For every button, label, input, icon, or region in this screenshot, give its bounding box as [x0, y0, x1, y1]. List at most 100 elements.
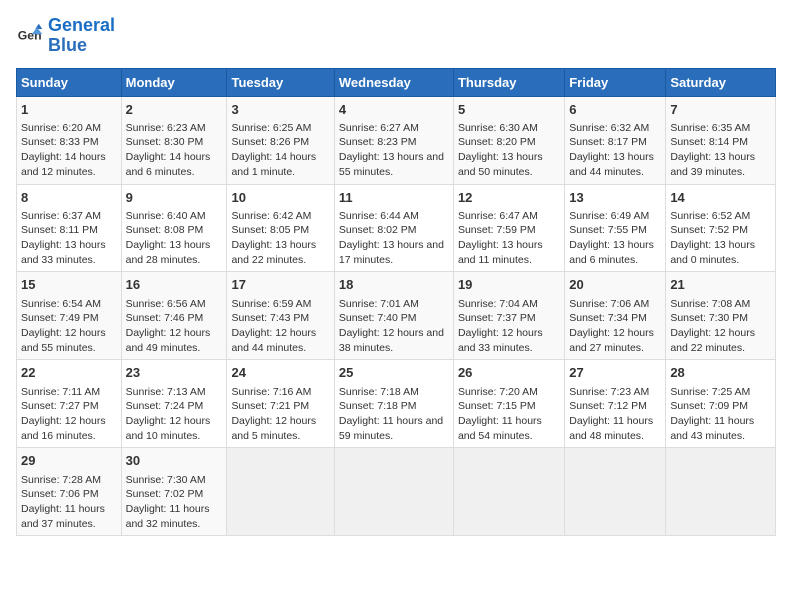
calendar-cell: 15 Sunrise: 6:54 AM Sunset: 7:49 PM Dayli…: [17, 272, 122, 360]
day-number: 17: [231, 276, 329, 294]
calendar-cell: 30 Sunrise: 7:30 AM Sunset: 7:02 PM Dayli…: [121, 448, 227, 536]
day-number: 10: [231, 189, 329, 207]
day-info: Sunrise: 6:59 AM Sunset: 7:43 PM Dayligh…: [231, 297, 329, 356]
day-info: Sunrise: 7:13 AM Sunset: 7:24 PM Dayligh…: [126, 385, 223, 444]
day-info: Sunrise: 7:06 AM Sunset: 7:34 PM Dayligh…: [569, 297, 661, 356]
calendar-cell: 4 Sunrise: 6:27 AM Sunset: 8:23 PM Daylig…: [334, 96, 453, 184]
day-info: Sunrise: 7:01 AM Sunset: 7:40 PM Dayligh…: [339, 297, 449, 356]
page-header: Gen General Blue: [16, 16, 776, 56]
calendar-cell: 18Sunrise: 7:01 AM Sunset: 7:40 PM Dayli…: [334, 272, 453, 360]
calendar-cell: 16 Sunrise: 6:56 AM Sunset: 7:46 PM Dayli…: [121, 272, 227, 360]
day-info: Sunrise: 6:42 AM Sunset: 8:05 PM Dayligh…: [231, 209, 329, 268]
calendar-cell: [453, 448, 564, 536]
calendar-week-row: 15 Sunrise: 6:54 AM Sunset: 7:49 PM Dayli…: [17, 272, 776, 360]
calendar-cell: 8 Sunrise: 6:37 AM Sunset: 8:11 PM Daylig…: [17, 184, 122, 272]
day-info: Sunrise: 6:37 AM Sunset: 8:11 PM Dayligh…: [21, 209, 117, 268]
day-number: 29: [21, 452, 117, 470]
weekday-header: Tuesday: [227, 68, 334, 96]
weekday-header: Sunday: [17, 68, 122, 96]
weekday-header: Saturday: [666, 68, 776, 96]
calendar-cell: 5 Sunrise: 6:30 AM Sunset: 8:20 PM Daylig…: [453, 96, 564, 184]
day-number: 1: [21, 101, 117, 119]
calendar-cell: 11 Sunrise: 6:44 AM Sunset: 8:02 PM Dayli…: [334, 184, 453, 272]
day-info: Sunrise: 6:25 AM Sunset: 8:26 PM Dayligh…: [231, 121, 329, 180]
day-number: 9: [126, 189, 223, 207]
day-number: 19: [458, 276, 560, 294]
calendar-cell: 1 Sunrise: 6:20 AM Sunset: 8:33 PM Daylig…: [17, 96, 122, 184]
calendar-week-row: 22 Sunrise: 7:11 AM Sunset: 7:27 PM Dayli…: [17, 360, 776, 448]
calendar-cell: 6 Sunrise: 6:32 AM Sunset: 8:17 PM Daylig…: [565, 96, 666, 184]
calendar-cell: 25Sunrise: 7:18 AM Sunset: 7:18 PM Dayli…: [334, 360, 453, 448]
calendar-header: SundayMondayTuesdayWednesdayThursdayFrid…: [17, 68, 776, 96]
logo-text: General Blue: [48, 16, 115, 56]
day-number: 7: [670, 101, 771, 119]
calendar-cell: 9 Sunrise: 6:40 AM Sunset: 8:08 PM Daylig…: [121, 184, 227, 272]
calendar-cell: [227, 448, 334, 536]
day-info: Sunrise: 6:30 AM Sunset: 8:20 PM Dayligh…: [458, 121, 560, 180]
day-info: Sunrise: 7:20 AM Sunset: 7:15 PM Dayligh…: [458, 385, 560, 444]
day-info: Sunrise: 6:40 AM Sunset: 8:08 PM Dayligh…: [126, 209, 223, 268]
day-number: 15: [21, 276, 117, 294]
day-info: Sunrise: 6:35 AM Sunset: 8:14 PM Dayligh…: [670, 121, 771, 180]
day-number: 14: [670, 189, 771, 207]
day-number: 4: [339, 101, 449, 119]
day-number: 21: [670, 276, 771, 294]
day-number: 13: [569, 189, 661, 207]
calendar-cell: [334, 448, 453, 536]
calendar-cell: 22 Sunrise: 7:11 AM Sunset: 7:27 PM Dayli…: [17, 360, 122, 448]
day-number: 27: [569, 364, 661, 382]
weekday-header: Wednesday: [334, 68, 453, 96]
day-info: Sunrise: 6:54 AM Sunset: 7:49 PM Dayligh…: [21, 297, 117, 356]
day-number: 23: [126, 364, 223, 382]
day-info: Sunrise: 7:25 AM Sunset: 7:09 PM Dayligh…: [670, 385, 771, 444]
day-info: Sunrise: 7:08 AM Sunset: 7:30 PM Dayligh…: [670, 297, 771, 356]
day-number: 28: [670, 364, 771, 382]
calendar-cell: 13Sunrise: 6:49 AM Sunset: 7:55 PM Dayli…: [565, 184, 666, 272]
day-number: 24: [231, 364, 329, 382]
logo-icon: Gen: [16, 22, 44, 50]
calendar-week-row: 1 Sunrise: 6:20 AM Sunset: 8:33 PM Daylig…: [17, 96, 776, 184]
weekday-header: Friday: [565, 68, 666, 96]
day-info: Sunrise: 6:27 AM Sunset: 8:23 PM Dayligh…: [339, 121, 449, 180]
day-info: Sunrise: 6:47 AM Sunset: 7:59 PM Dayligh…: [458, 209, 560, 268]
calendar-cell: 19 Sunrise: 7:04 AM Sunset: 7:37 PM Dayli…: [453, 272, 564, 360]
day-info: Sunrise: 6:23 AM Sunset: 8:30 PM Dayligh…: [126, 121, 223, 180]
calendar-cell: 27Sunrise: 7:23 AM Sunset: 7:12 PM Dayli…: [565, 360, 666, 448]
day-number: 8: [21, 189, 117, 207]
calendar-cell: [666, 448, 776, 536]
day-info: Sunrise: 7:04 AM Sunset: 7:37 PM Dayligh…: [458, 297, 560, 356]
calendar-table: SundayMondayTuesdayWednesdayThursdayFrid…: [16, 68, 776, 537]
day-number: 16: [126, 276, 223, 294]
day-number: 26: [458, 364, 560, 382]
day-number: 11: [339, 189, 449, 207]
calendar-cell: 12 Sunrise: 6:47 AM Sunset: 7:59 PM Dayli…: [453, 184, 564, 272]
calendar-cell: [565, 448, 666, 536]
day-number: 6: [569, 101, 661, 119]
day-info: Sunrise: 6:56 AM Sunset: 7:46 PM Dayligh…: [126, 297, 223, 356]
calendar-cell: 10 Sunrise: 6:42 AM Sunset: 8:05 PM Dayli…: [227, 184, 334, 272]
day-number: 5: [458, 101, 560, 119]
day-info: Sunrise: 6:44 AM Sunset: 8:02 PM Dayligh…: [339, 209, 449, 268]
calendar-cell: 29 Sunrise: 7:28 AM Sunset: 7:06 PM Dayli…: [17, 448, 122, 536]
day-number: 2: [126, 101, 223, 119]
day-info: Sunrise: 6:32 AM Sunset: 8:17 PM Dayligh…: [569, 121, 661, 180]
day-info: Sunrise: 7:11 AM Sunset: 7:27 PM Dayligh…: [21, 385, 117, 444]
day-info: Sunrise: 7:28 AM Sunset: 7:06 PM Dayligh…: [21, 473, 117, 532]
day-number: 3: [231, 101, 329, 119]
logo: Gen General Blue: [16, 16, 115, 56]
calendar-week-row: 8 Sunrise: 6:37 AM Sunset: 8:11 PM Daylig…: [17, 184, 776, 272]
calendar-week-row: 29 Sunrise: 7:28 AM Sunset: 7:06 PM Dayli…: [17, 448, 776, 536]
day-number: 12: [458, 189, 560, 207]
weekday-header: Monday: [121, 68, 227, 96]
calendar-cell: 14 Sunrise: 6:52 AM Sunset: 7:52 PM Dayli…: [666, 184, 776, 272]
day-number: 30: [126, 452, 223, 470]
day-number: 22: [21, 364, 117, 382]
day-info: Sunrise: 7:16 AM Sunset: 7:21 PM Dayligh…: [231, 385, 329, 444]
day-info: Sunrise: 6:20 AM Sunset: 8:33 PM Dayligh…: [21, 121, 117, 180]
calendar-cell: 17 Sunrise: 6:59 AM Sunset: 7:43 PM Dayli…: [227, 272, 334, 360]
calendar-cell: 24 Sunrise: 7:16 AM Sunset: 7:21 PM Dayli…: [227, 360, 334, 448]
calendar-cell: 28 Sunrise: 7:25 AM Sunset: 7:09 PM Dayli…: [666, 360, 776, 448]
day-info: Sunrise: 6:52 AM Sunset: 7:52 PM Dayligh…: [670, 209, 771, 268]
calendar-cell: 7 Sunrise: 6:35 AM Sunset: 8:14 PM Daylig…: [666, 96, 776, 184]
day-info: Sunrise: 7:30 AM Sunset: 7:02 PM Dayligh…: [126, 473, 223, 532]
